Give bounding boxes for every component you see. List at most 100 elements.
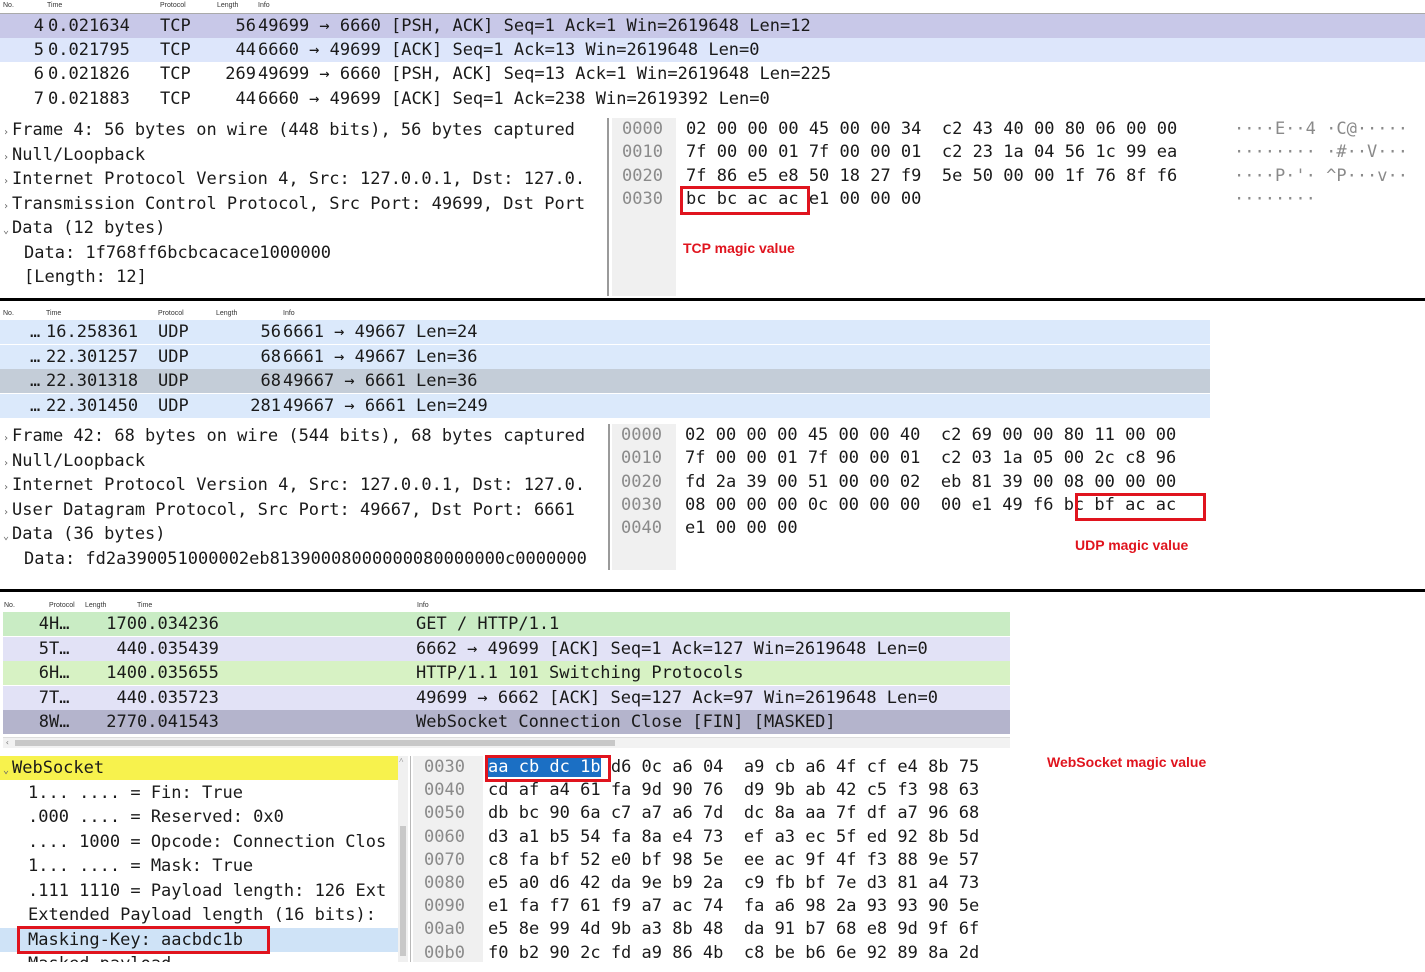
detail-tree-item[interactable]: Data: fd2a390051000002eb8139000800000008…: [24, 547, 608, 571]
expand-right-icon[interactable]: ›: [0, 501, 12, 525]
detail-tree-item[interactable]: .000 .... = Reserved: 0x0: [28, 805, 398, 829]
col-header-info[interactable]: Info: [283, 310, 295, 317]
hex-line[interactable]: 0040 cd af a4 61 fa 9d 90 76 d9 9b ab 42 …: [413, 779, 1013, 802]
expand-right-icon[interactable]: ›: [0, 427, 12, 451]
expand-down-icon[interactable]: ⌄: [0, 525, 12, 549]
detail-tree-item[interactable]: Data: 1f768ff6bcbcacace1000000: [24, 241, 608, 265]
packet-no: …: [30, 395, 41, 416]
detail-tree-item[interactable]: › Internet Protocol Version 4, Src: 127.0…: [0, 167, 608, 191]
packet-row[interactable]: 5 0.021795 TCP 44 6660 → 49699 [ACK] Seq=1 A…: [0, 37, 1425, 62]
packet-row[interactable]: 4 H… 170 0.034236 GET / HTTP/1.1: [3, 612, 1010, 636]
packet-protocol: TCP: [160, 88, 191, 109]
packet-row[interactable]: … 22.301318 UDP 68 49667 → 6661 Len=36: [0, 369, 1210, 393]
expand-right-icon[interactable]: ›: [0, 476, 12, 500]
hex-line[interactable]: 0020 fd 2a 39 00 51 00 00 02 eb 81 39 00 …: [612, 471, 1425, 494]
expand-right-icon[interactable]: ›: [0, 452, 12, 476]
col-header-time[interactable]: Time: [137, 602, 152, 609]
packet-row[interactable]: … 22.301450 UDP 281 49667 → 6661 Len=249: [0, 393, 1210, 418]
packet-row[interactable]: … 22.301257 UDP 68 6661 → 49667 Len=36: [0, 344, 1210, 369]
col-header-length[interactable]: Length: [85, 602, 106, 609]
packet-row[interactable]: 7 T… 44 0.035723 49699 → 6662 [ACK] Seq=127 …: [3, 685, 1010, 710]
detail-tree-item[interactable]: 1... .... = Mask: True: [28, 854, 398, 878]
packet-no: …: [30, 371, 41, 391]
horizontal-scrollbar[interactable]: ‹: [3, 737, 1010, 748]
detail-tree-item[interactable]: ⌄ Data (12 bytes): [0, 216, 608, 240]
detail-tree-item[interactable]: ⌄ WebSocket: [0, 756, 398, 780]
packet-no: 4: [38, 614, 49, 634]
hex-line[interactable]: 0070 c8 fa bf 52 e0 bf 98 5e ee ac 9f 4f …: [413, 849, 1013, 872]
col-header-info[interactable]: Info: [258, 2, 270, 9]
detail-tree-item[interactable]: .111 1110 = Payload length: 126 Ext: [28, 879, 398, 903]
detail-tree-item[interactable]: › Transmission Control Protocol, Src Port…: [0, 192, 608, 216]
hex-line[interactable]: 0010 7f 00 00 01 7f 00 00 01 c2 03 1a 05 …: [612, 447, 1425, 470]
hex-bytes-text: c8 fa bf 52 e0 bf 98 5e ee ac 9f 4f f3 8…: [488, 849, 980, 870]
hex-line[interactable]: 0020 7f 86 e5 e8 50 18 27 f9 5e 50 00 00 …: [612, 165, 1425, 188]
hex-offset: 0010: [621, 448, 662, 469]
expand-down-icon[interactable]: ⌄: [0, 759, 12, 783]
hex-bytes-text: d6 0c a6 04 a9 cb a6 4f cf e4 8b 75: [600, 757, 980, 777]
col-header-protocol[interactable]: Protocol: [49, 602, 75, 609]
hex-line[interactable]: 0030 08 00 00 00 0c 00 00 00 00 e1 49 f6 …: [612, 494, 1425, 517]
hex-bytes-text: e1 00 00 00: [685, 518, 798, 539]
detail-tree-label: Masked payload: [28, 954, 171, 962]
hex-line[interactable]: 0050 db bc 90 6a c7 a7 a6 7d dc 8a aa 7f …: [413, 802, 1013, 825]
packet-row[interactable]: … 16.258361 UDP 56 6661 → 49667 Len=24: [0, 320, 1210, 344]
packet-row[interactable]: 8 W… 277 0.041543 WebSocket Connection Close…: [3, 710, 1010, 734]
detail-tree-item[interactable]: ⌄ Data (36 bytes): [0, 522, 608, 546]
col-header-length[interactable]: Length: [217, 2, 238, 9]
detail-tree-item[interactable]: .... 1000 = Opcode: Connection Clos: [28, 830, 398, 854]
hex-ascii: ····E··4 ·C@·····: [1234, 119, 1408, 139]
hex-line[interactable]: 00b0 f0 b2 90 2c fd a9 86 4b c8 be b6 6e …: [413, 942, 1013, 965]
packet-row[interactable]: 4 0.021634 TCP 56 49699 → 6660 [PSH, ACK] Se…: [0, 13, 1425, 39]
col-header-no[interactable]: No.: [3, 2, 14, 9]
detail-tree-item[interactable]: 1... .... = Fin: True: [28, 781, 398, 805]
packet-row[interactable]: 6 0.021826 TCP 269 49699 → 6660 [PSH, ACK] S…: [0, 62, 1425, 86]
col-header-no[interactable]: No.: [3, 310, 14, 317]
packet-row[interactable]: 6 H… 140 0.035655 HTTP/1.1 101 Switching Pro…: [3, 661, 1010, 685]
detail-tree-item[interactable]: Extended Payload length (16 bits):: [28, 903, 398, 927]
col-header-no[interactable]: No.: [4, 602, 15, 609]
packet-time: 22.301318: [46, 371, 139, 391]
packet-length: 68: [260, 346, 281, 367]
details-scrollbar[interactable]: ˄: [398, 756, 408, 962]
detail-tree-item[interactable]: › Internet Protocol Version 4, Src: 127.0…: [0, 473, 608, 497]
scroll-up-arrow[interactable]: ˄: [399, 756, 404, 765]
hex-line[interactable]: 0060 d3 a1 b5 54 fa 8a e4 73 ef a3 ec 5f …: [413, 826, 1013, 849]
hex-line[interactable]: 00a0 e5 8e 99 4d 9b a3 8b 48 da 91 b7 68 …: [413, 918, 1013, 941]
hex-line[interactable]: 0010 7f 00 00 01 7f 00 00 01 c2 23 1a 04 …: [612, 141, 1425, 164]
packet-time: 0.034236: [137, 614, 219, 634]
expand-right-icon[interactable]: ›: [0, 195, 12, 219]
hex-line[interactable]: 0090 e1 fa f7 61 f9 a7 ac 74 fa a6 98 2a …: [413, 895, 1013, 918]
pane-divider[interactable]: [608, 424, 610, 570]
col-header-time[interactable]: Time: [46, 310, 61, 317]
hex-offset: 0060: [424, 826, 465, 847]
expand-down-icon[interactable]: ⌄: [0, 219, 12, 243]
hex-line[interactable]: 0000 02 00 00 00 45 00 00 34 c2 43 40 00 …: [612, 118, 1425, 141]
col-header-info[interactable]: Info: [417, 602, 429, 609]
pane-divider[interactable]: [410, 756, 411, 962]
hex-line[interactable]: 0040 e1 00 00 00: [612, 517, 1425, 540]
col-header-time[interactable]: Time: [47, 2, 62, 9]
detail-tree-item[interactable]: › Frame 4: 56 bytes on wire (448 bits), 5…: [0, 118, 608, 142]
expand-right-icon[interactable]: ›: [0, 170, 12, 194]
detail-tree-item[interactable]: › Frame 42: 68 bytes on wire (544 bits), …: [0, 424, 608, 448]
detail-tree-item[interactable]: [Length: 12]: [24, 265, 608, 289]
packet-row[interactable]: 7 0.021883 TCP 44 6660 → 49699 [ACK] Seq=1 A…: [0, 86, 1425, 111]
detail-tree-item[interactable]: › User Datagram Protocol, Src Port: 49667…: [0, 498, 608, 522]
hex-line[interactable]: 0080 e5 a0 d6 42 da 9e b9 2a c9 fb bf 7e …: [413, 872, 1013, 895]
detail-tree-item[interactable]: › Null/Loopback: [0, 449, 608, 473]
col-header-protocol[interactable]: Protocol: [160, 2, 186, 9]
col-header-protocol[interactable]: Protocol: [158, 310, 184, 317]
packet-row[interactable]: 5 T… 44 0.035439 6662 → 49699 [ACK] Seq=1 Ac…: [3, 636, 1010, 661]
scrollbar-thumb[interactable]: [400, 826, 406, 956]
scroll-left-arrow[interactable]: ‹: [5, 738, 10, 748]
hex-offset: 00b0: [424, 942, 465, 963]
hex-line[interactable]: 0000 02 00 00 00 45 00 00 40 c2 69 00 00 …: [612, 424, 1425, 447]
expand-right-icon[interactable]: ›: [0, 146, 12, 170]
col-header-length[interactable]: Length: [216, 310, 237, 317]
packet-info: 6660 → 49699 [ACK] Seq=1 Ack=238 Win=261…: [258, 88, 770, 109]
detail-tree-item[interactable]: › Null/Loopback: [0, 143, 608, 167]
scrollbar-thumb[interactable]: [15, 740, 615, 746]
pane-divider[interactable]: [607, 118, 609, 296]
expand-right-icon[interactable]: ›: [0, 121, 12, 145]
